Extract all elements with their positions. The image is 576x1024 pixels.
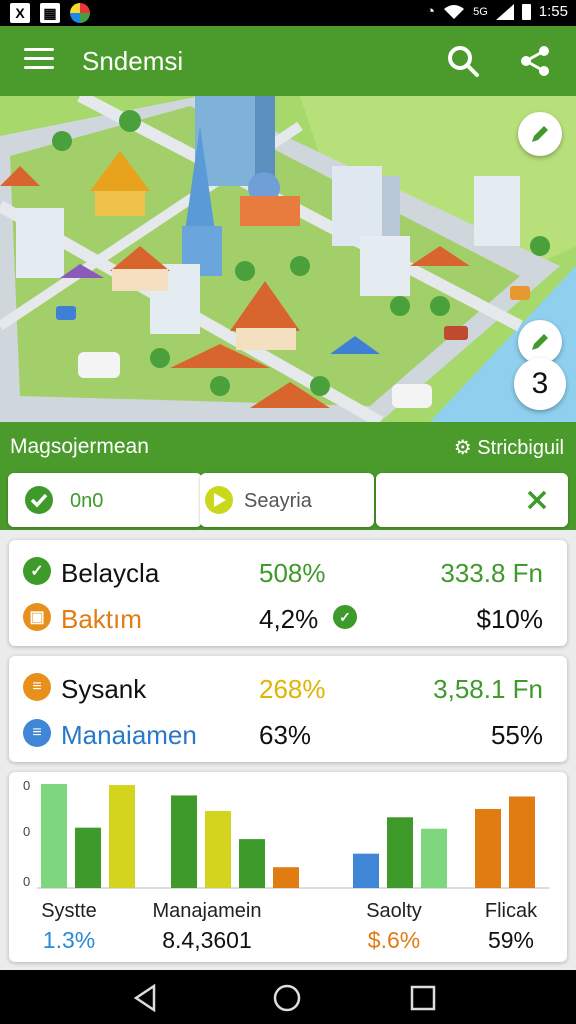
row-name: Baktım — [61, 604, 142, 634]
chart-bar[interactable] — [353, 853, 379, 888]
chart-bar[interactable] — [41, 784, 67, 888]
tab-third[interactable] — [376, 473, 568, 527]
row-value-primary: 268% — [259, 674, 326, 704]
stats-row[interactable]: ▣ Baktım 4,2% ✓ $10% — [9, 594, 567, 640]
row-name: Manaiamen — [61, 720, 197, 750]
row-value-primary: 508% — [259, 558, 326, 588]
tab-ono[interactable]: 0n0 — [8, 473, 202, 527]
chrome-icon — [70, 3, 90, 23]
chart-bar[interactable] — [387, 817, 413, 888]
stats-row[interactable]: ✓ Belaycla 508% 333.8 Fn — [9, 548, 567, 594]
grid-app-icon: ▦ — [40, 3, 60, 23]
settings-link[interactable]: ⚙ Stricbiguil — [454, 435, 564, 460]
alarm-icon: ◔ — [426, 3, 436, 20]
app-title: Sndemsi — [82, 46, 184, 76]
row-name: Belaycla — [61, 558, 160, 588]
signal-icon — [495, 3, 514, 20]
battery-icon — [521, 3, 531, 20]
section-header: Magsojermean ⚙ Stricbiguil — [0, 422, 576, 470]
chart-bar[interactable] — [171, 795, 197, 888]
tab-ono-label: 0n0 — [70, 490, 104, 512]
chart-bar[interactable] — [273, 867, 299, 888]
close-icon[interactable] — [526, 489, 548, 511]
recents-icon[interactable] — [410, 985, 436, 1011]
category-label: Systte — [41, 900, 97, 922]
row-name: Sysank — [61, 674, 147, 704]
check-circle-icon — [25, 486, 53, 514]
check-circle-icon: ✓ — [333, 605, 357, 629]
y-tick-label: 0 — [23, 824, 30, 839]
category-value-label: 59% — [488, 927, 534, 953]
y-tick-label: 0 — [23, 874, 30, 889]
edit-pen-icon[interactable] — [518, 112, 562, 156]
chart-bar[interactable] — [475, 808, 501, 888]
section-title: Magsojermean — [10, 435, 149, 458]
status-bar: X ▦ ◔ 5G 1:55 — [0, 0, 576, 26]
chart-bar[interactable] — [239, 839, 265, 888]
notification-badge[interactable]: 3 — [514, 358, 566, 410]
stats-card: ✓ Belaycla 508% 333.8 Fn ▣ Baktım 4,2% ✓… — [9, 540, 567, 646]
category-label: Flicak — [485, 900, 538, 922]
category-value-label: 8.4,3601 — [162, 927, 252, 953]
wifi-icon — [444, 4, 465, 19]
chart-bar[interactable] — [421, 828, 447, 888]
row-value-secondary: 333.8 Fn — [440, 558, 543, 588]
row-value-secondary: 3,58.1 Fn — [433, 674, 543, 704]
system-nav-bar — [0, 970, 576, 1024]
share-icon[interactable] — [518, 44, 552, 78]
tab-seayria[interactable]: Seayria — [200, 473, 374, 527]
list-icon: ≡ — [23, 673, 51, 701]
arrow-right-icon — [205, 486, 233, 514]
search-icon[interactable] — [446, 44, 480, 78]
city-map-graphic — [0, 96, 576, 422]
category-label: Manajamein — [153, 900, 262, 922]
home-icon[interactable] — [272, 983, 302, 1013]
bar-chart: 0 0 0 Systte 1.3% Manajamein 8.4,3601 Saolty $.6… — [23, 778, 549, 953]
check-circle-icon: ✓ — [23, 557, 51, 585]
row-value-primary: 4,2% — [259, 604, 319, 634]
stats-row[interactable]: ≡ Manaiamen 63% 55% — [9, 710, 567, 756]
row-value-primary: 63% — [259, 720, 312, 750]
status-left-icons: X ▦ — [10, 3, 90, 23]
settings-link-label: Stricbiguil — [477, 437, 564, 459]
category-value-label: 1.3% — [43, 927, 95, 953]
back-icon[interactable] — [132, 984, 158, 1012]
menu-icon[interactable] — [24, 48, 54, 72]
row-value-secondary: 55% — [490, 720, 543, 750]
filter-tabs: 0n0 Seayria — [0, 470, 576, 530]
signal-label: 5G — [473, 5, 488, 18]
tab-seayria-label: Seayria — [244, 490, 312, 512]
y-tick-label: 0 — [23, 778, 30, 793]
stats-card: ≡ Sysank 268% 3,58.1 Fn ≡ Manaiamen 63% … — [9, 656, 567, 762]
chart-bar[interactable] — [75, 827, 101, 888]
city-map-illustration — [0, 96, 576, 422]
status-right: ◔ 5G 1:55 — [426, 3, 568, 20]
app-x-icon: X — [10, 3, 30, 23]
chart-bar[interactable] — [109, 785, 135, 888]
chart-bar[interactable] — [205, 811, 231, 888]
clock-time: 1:55 — [538, 3, 568, 20]
lock-icon: ▣ — [23, 603, 51, 631]
category-label: Saolty — [366, 900, 422, 922]
list-icon: ≡ — [23, 719, 51, 747]
bar-chart-card: 0 0 0 Systte 1.3% Manajamein 8.4,3601 Saolty $.6… — [9, 772, 567, 962]
category-value-label: $.6% — [368, 927, 420, 953]
app-bar: Sndemsi — [0, 26, 576, 96]
stats-row[interactable]: ≡ Sysank 268% 3,58.1 Fn — [9, 664, 567, 710]
row-value-secondary: $10% — [476, 604, 544, 634]
chart-bar[interactable] — [509, 796, 535, 888]
gear-icon: ⚙ — [453, 437, 472, 459]
